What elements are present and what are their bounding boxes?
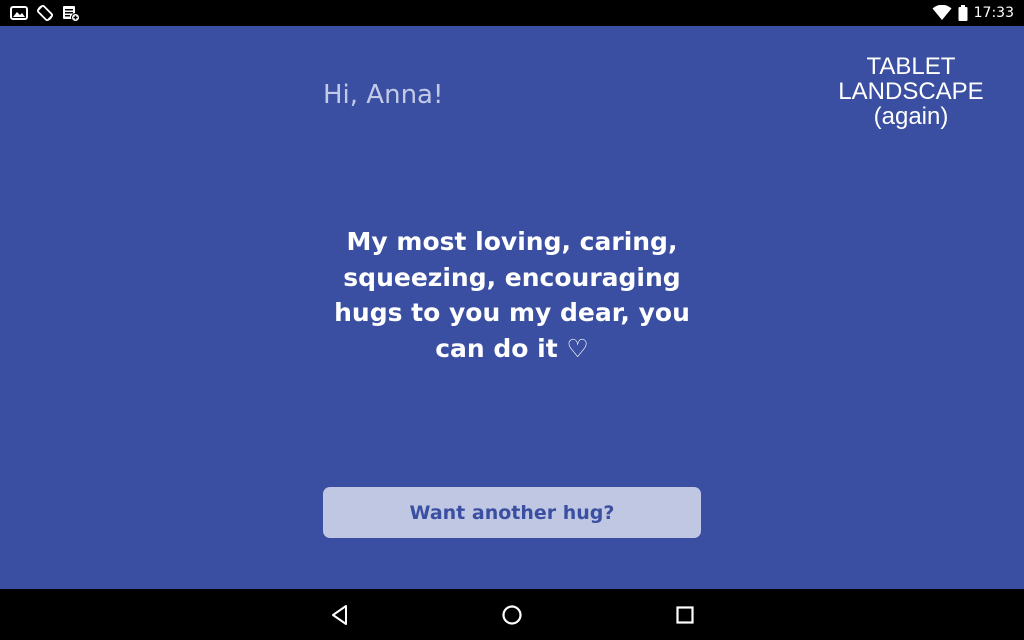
status-bar: 17:33 — [0, 0, 1024, 26]
gallery-notification-icon — [10, 6, 28, 20]
want-another-hug-button[interactable]: Want another hug? — [323, 487, 701, 538]
recents-icon[interactable] — [673, 603, 697, 627]
battery-icon — [958, 5, 968, 21]
back-icon[interactable] — [328, 603, 352, 627]
clock: 17:33 — [973, 5, 1014, 21]
greeting-text: Hi, Anna! — [323, 80, 444, 110]
home-icon[interactable] — [500, 603, 524, 627]
app-screen: Hi, Anna! TABLET LANDSCAPE (again) My mo… — [0, 26, 1024, 589]
wifi-icon — [932, 5, 952, 20]
status-notification-icons — [10, 4, 80, 22]
status-system-icons: 17:33 — [932, 3, 1014, 23]
hug-message: My most loving, caring, squeezing, encou… — [334, 227, 690, 363]
navigation-bar — [0, 589, 1024, 640]
orientation-label: TABLET LANDSCAPE (again) — [838, 53, 984, 130]
screen-rotation-icon — [36, 4, 54, 22]
task-notification-icon — [63, 6, 80, 22]
